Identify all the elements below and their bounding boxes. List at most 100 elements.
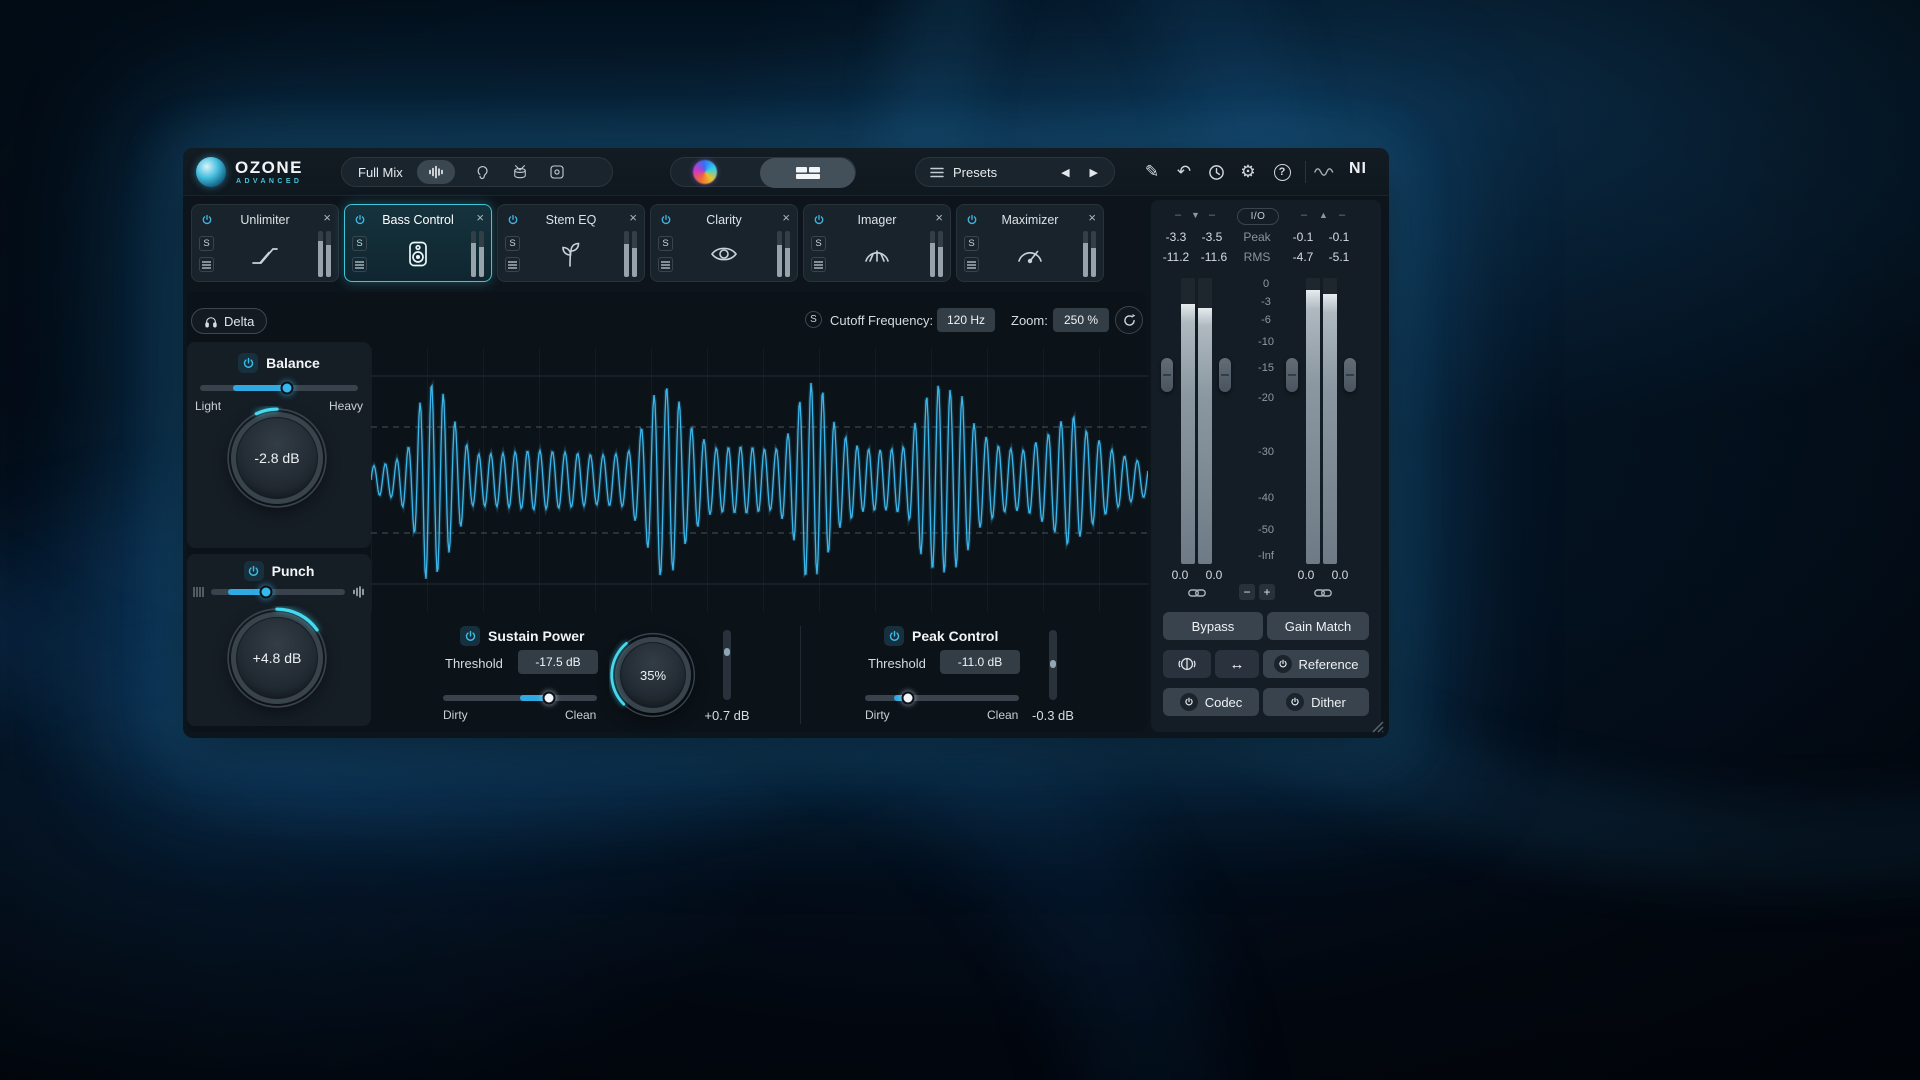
module-close-button[interactable]: × bbox=[476, 210, 484, 226]
mid-side-button[interactable] bbox=[1163, 650, 1211, 678]
balance-slider-handle[interactable] bbox=[280, 382, 293, 395]
io-toggle[interactable]: I/O bbox=[1237, 208, 1279, 225]
bass-tab[interactable] bbox=[549, 164, 565, 180]
input-gain-handle-left[interactable] bbox=[1161, 358, 1173, 392]
module-menu-button[interactable] bbox=[964, 257, 979, 272]
input-meter-mode-button[interactable]: ▼ bbox=[1191, 210, 1200, 220]
history-button[interactable] bbox=[1205, 161, 1227, 183]
dither-power-button[interactable] bbox=[1286, 693, 1304, 711]
module-solo-button[interactable]: S bbox=[352, 236, 367, 251]
codec-power-button[interactable] bbox=[1180, 693, 1198, 711]
module-menu-button[interactable] bbox=[658, 257, 673, 272]
module-power-button[interactable] bbox=[504, 211, 521, 228]
drum-icon bbox=[511, 164, 529, 180]
scale-tick: -15 bbox=[1244, 362, 1288, 374]
module-menu-button[interactable] bbox=[352, 257, 367, 272]
peak-gain-meter[interactable] bbox=[1049, 630, 1057, 700]
sustain-slider-handle[interactable] bbox=[543, 692, 556, 705]
module-close-button[interactable]: × bbox=[629, 210, 637, 226]
module-solo-button[interactable]: S bbox=[505, 236, 520, 251]
peak-row-label: Peak bbox=[1235, 230, 1279, 244]
help-button[interactable]: ? bbox=[1271, 161, 1293, 183]
module-power-button[interactable] bbox=[351, 211, 368, 228]
ai-assistant-toggle[interactable] bbox=[693, 160, 717, 184]
swap-channels-button[interactable]: ↔ bbox=[1215, 650, 1259, 678]
output-link-button[interactable] bbox=[1314, 588, 1332, 598]
output-gain-handle-left[interactable] bbox=[1286, 358, 1298, 392]
undo-button[interactable]: ↶ bbox=[1173, 161, 1195, 183]
edit-button[interactable]: ✎ bbox=[1141, 161, 1163, 183]
module-power-button[interactable] bbox=[963, 211, 980, 228]
module-card-clarity[interactable]: Clarity × S bbox=[650, 204, 798, 282]
waveform-display[interactable] bbox=[371, 348, 1148, 612]
loop-playback-button[interactable] bbox=[1115, 306, 1143, 334]
reference-power-button[interactable] bbox=[1274, 655, 1292, 673]
bass-control-panel: Delta S Cutoff Frequency: 120 Hz Zoom: 2… bbox=[187, 292, 1147, 732]
drums-tab[interactable] bbox=[511, 164, 529, 180]
module-menu-button[interactable] bbox=[199, 257, 214, 272]
settings-button[interactable]: ⚙ bbox=[1237, 161, 1259, 183]
preset-next-button[interactable]: ▶ bbox=[1090, 166, 1098, 179]
module-power-button[interactable] bbox=[198, 211, 215, 228]
mix-selector-label[interactable]: Full Mix bbox=[342, 165, 417, 180]
gain-match-button[interactable]: Gain Match bbox=[1267, 612, 1369, 640]
cutoff-frequency-value[interactable]: 120 Hz bbox=[937, 308, 995, 332]
peak-slider[interactable] bbox=[865, 695, 1019, 701]
balance-slider[interactable] bbox=[200, 385, 358, 391]
output-meter-mode-button[interactable]: ▲ bbox=[1319, 210, 1328, 220]
module-solo-button[interactable]: S bbox=[811, 236, 826, 251]
punch-knob[interactable]: +4.8 dB bbox=[231, 612, 323, 704]
balance-section: Balance Light Heavy -2.8 dB bbox=[187, 342, 371, 548]
module-card-stem-eq[interactable]: Stem EQ × S bbox=[497, 204, 645, 282]
bypass-button[interactable]: Bypass bbox=[1163, 612, 1263, 640]
module-close-button[interactable]: × bbox=[935, 210, 943, 226]
module-close-button[interactable]: × bbox=[323, 210, 331, 226]
balance-power-button[interactable] bbox=[238, 353, 258, 373]
modules-view-toggle[interactable] bbox=[760, 158, 855, 188]
preset-prev-button[interactable]: ◀ bbox=[1061, 166, 1069, 179]
output-gain-handle-right[interactable] bbox=[1344, 358, 1356, 392]
module-menu-button[interactable] bbox=[505, 257, 520, 272]
sustain-threshold-value[interactable]: -17.5 dB bbox=[518, 650, 598, 674]
full-mix-tab[interactable] bbox=[417, 160, 455, 184]
punch-slider-handle[interactable] bbox=[259, 586, 272, 599]
input-meter-right bbox=[1198, 278, 1212, 564]
module-solo-button[interactable]: S bbox=[658, 236, 673, 251]
input-gain-handle-right[interactable] bbox=[1219, 358, 1231, 392]
zoom-value[interactable]: 250 % bbox=[1053, 308, 1109, 332]
dither-button[interactable]: Dither bbox=[1263, 688, 1369, 716]
audiolens-button[interactable] bbox=[1313, 161, 1335, 183]
module-solo-button[interactable]: S bbox=[199, 236, 214, 251]
module-card-unlimiter[interactable]: Unlimiter × S bbox=[191, 204, 339, 282]
module-menu-button[interactable] bbox=[811, 257, 826, 272]
punch-slider[interactable] bbox=[211, 589, 345, 595]
cutoff-solo-button[interactable]: S bbox=[805, 311, 822, 328]
peak-threshold-value[interactable]: -11.0 dB bbox=[940, 650, 1020, 674]
sustain-gain-meter[interactable] bbox=[723, 630, 731, 700]
module-power-button[interactable] bbox=[657, 211, 674, 228]
module-power-button[interactable] bbox=[810, 211, 827, 228]
input-link-button[interactable] bbox=[1188, 588, 1206, 598]
codec-button[interactable]: Codec bbox=[1163, 688, 1259, 716]
presets-label[interactable]: Presets bbox=[953, 165, 1061, 180]
module-close-button[interactable]: × bbox=[1088, 210, 1096, 226]
power-icon bbox=[247, 565, 260, 578]
balance-knob[interactable]: -2.8 dB bbox=[231, 412, 323, 504]
module-card-maximizer[interactable]: Maximizer × S bbox=[956, 204, 1104, 282]
vocals-tab[interactable] bbox=[475, 164, 491, 180]
module-solo-button[interactable]: S bbox=[964, 236, 979, 251]
module-card-bass-control[interactable]: Bass Control × S bbox=[344, 204, 492, 282]
zoom-in-meters-button[interactable]: + bbox=[1259, 584, 1275, 600]
sustain-slider[interactable] bbox=[443, 695, 597, 701]
reference-button[interactable]: Reference bbox=[1263, 650, 1369, 678]
module-close-button[interactable]: × bbox=[782, 210, 790, 226]
punch-power-button[interactable] bbox=[244, 561, 264, 581]
peak-slider-handle[interactable] bbox=[902, 692, 915, 705]
resize-grip[interactable] bbox=[1370, 719, 1384, 733]
peak-power-button[interactable] bbox=[884, 626, 904, 646]
sustain-amount-knob[interactable]: 35% bbox=[615, 637, 691, 713]
sustain-power-button[interactable] bbox=[460, 626, 480, 646]
module-card-imager[interactable]: Imager × S bbox=[803, 204, 951, 282]
zoom-out-meters-button[interactable]: − bbox=[1239, 584, 1255, 600]
delta-button[interactable]: Delta bbox=[191, 308, 267, 334]
